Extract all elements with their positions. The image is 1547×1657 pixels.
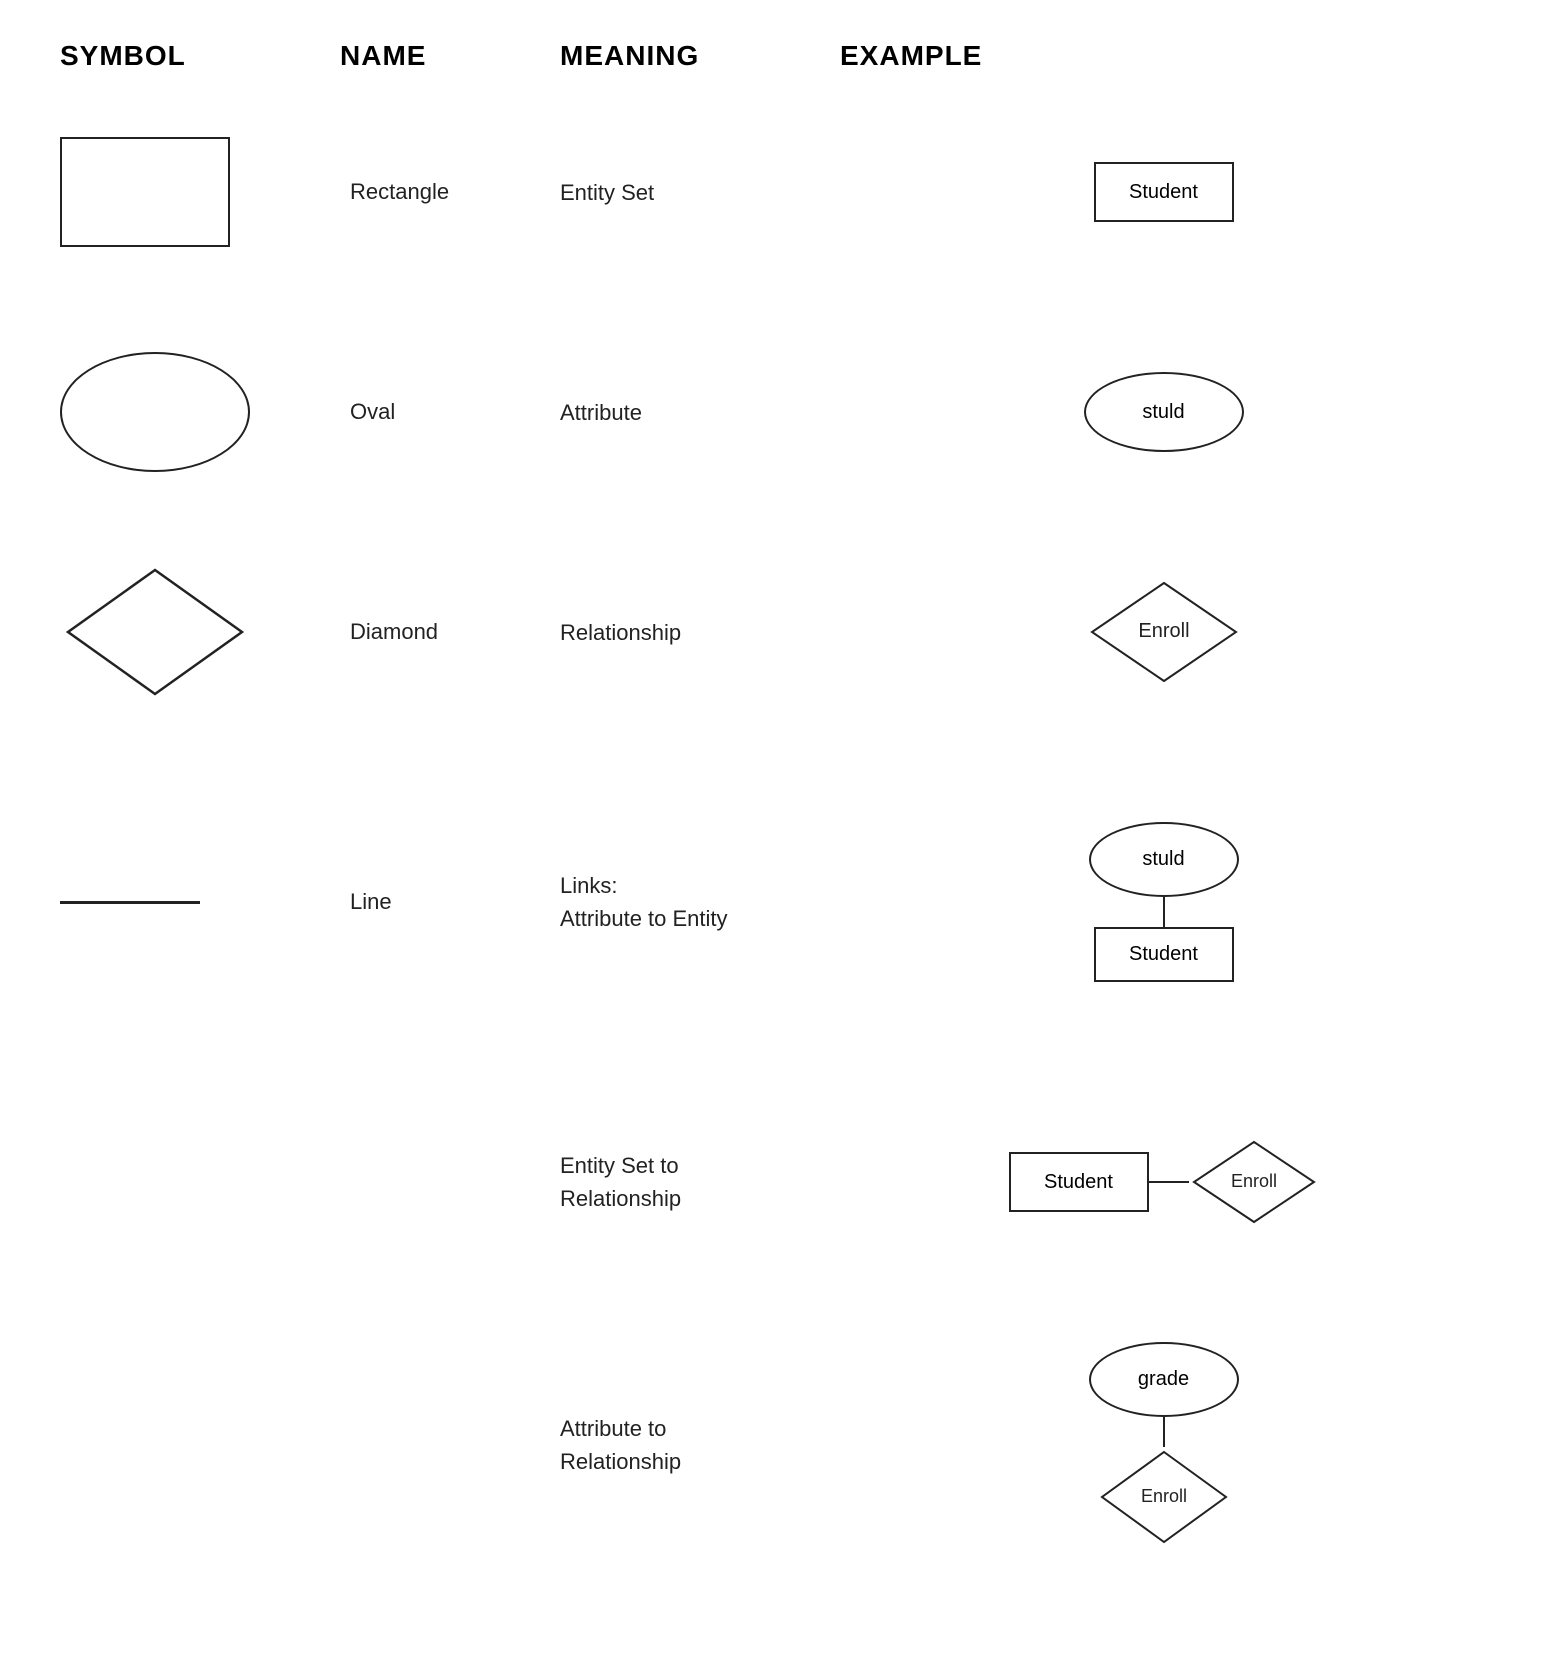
example-line-group: stuld Student (1089, 822, 1239, 982)
example-line: stuld Student (840, 822, 1487, 982)
meaning-line: Links: Attribute to Entity (560, 869, 840, 935)
line-shape (60, 901, 200, 904)
symbol-diamond (60, 562, 340, 702)
example-rectangle-label: Student (1129, 181, 1198, 204)
symbol-line (60, 901, 340, 904)
row-diamond: Diamond Relationship Enroll (60, 552, 1487, 712)
example-attr-rel-oval: grade (1089, 1342, 1239, 1417)
example-entity-rel-rect-label: Student (1044, 1171, 1113, 1194)
header-name: NAME (340, 40, 560, 72)
meaning-attr-rel: Attribute to Relationship (560, 1412, 840, 1478)
row-attr-rel: Attribute to Relationship grade Enroll (60, 1342, 1487, 1547)
example-line-connector (1163, 897, 1165, 927)
oval-shape (60, 352, 250, 472)
meaning-rectangle: Entity Set (560, 176, 840, 209)
header-symbol: SYMBOL (60, 40, 340, 72)
example-attr-rel: grade Enroll (840, 1342, 1487, 1547)
example-oval: stuld (840, 372, 1487, 452)
example-entity-rel-connector (1149, 1181, 1189, 1183)
name-oval: Oval (340, 399, 560, 425)
example-line-oval: stuld (1089, 822, 1239, 897)
row-entity-rel: Entity Set to Relationship Student Enrol… (60, 1092, 1487, 1272)
diamond-shape (60, 562, 250, 702)
example-rectangle-shape: Student (1094, 162, 1234, 222)
example-attr-rel-group: grade Enroll (1089, 1342, 1239, 1547)
row-oval: Oval Attribute stuld (60, 332, 1487, 492)
example-entity-rel-group: Student Enroll (1009, 1137, 1319, 1227)
meaning-entity-rel-line1: Entity Set to (560, 1153, 679, 1178)
example-entity-rel: Student Enroll (840, 1137, 1487, 1227)
meaning-diamond: Relationship (560, 616, 840, 649)
name-diamond: Diamond (340, 619, 560, 645)
header-example: EXAMPLE (840, 40, 1487, 72)
example-attr-rel-oval-label: grade (1138, 1368, 1189, 1391)
example-attr-rel-connector (1163, 1417, 1165, 1447)
table-header: SYMBOL NAME MEANING EXAMPLE (60, 40, 1487, 82)
example-line-rect: Student (1094, 927, 1234, 982)
meaning-attr-rel-line1: Attribute to (560, 1416, 666, 1441)
example-entity-rel-diamond: Enroll (1189, 1137, 1319, 1227)
meaning-entity-rel: Entity Set to Relationship (560, 1149, 840, 1215)
meaning-entity-rel-line2: Relationship (560, 1186, 681, 1211)
example-oval-label: stuld (1142, 401, 1184, 424)
name-line: Line (340, 889, 560, 915)
svg-text:Enroll: Enroll (1230, 1171, 1276, 1191)
example-diamond: Enroll (840, 577, 1487, 687)
symbol-oval (60, 352, 340, 472)
example-oval-shape: stuld (1084, 372, 1244, 452)
example-entity-rel-rect: Student (1009, 1152, 1149, 1212)
bottom-section: Entity Set to Relationship Student Enrol… (60, 1092, 1487, 1547)
row-line: Line Links: Attribute to Entity stuld St… (60, 772, 1487, 1032)
name-rectangle: Rectangle (340, 179, 560, 205)
meaning-oval: Attribute (560, 396, 840, 429)
example-rectangle: Student (840, 162, 1487, 222)
example-attr-rel-diamond: Enroll (1094, 1447, 1234, 1547)
meaning-line2: Attribute to Entity (560, 906, 728, 931)
rectangle-shape (60, 137, 230, 247)
svg-text:Enroll: Enroll (1138, 620, 1189, 642)
meaning-attr-rel-line2: Relationship (560, 1449, 681, 1474)
example-line-oval-label: stuld (1142, 848, 1184, 871)
header-meaning: MEANING (560, 40, 840, 72)
example-diamond-shape: Enroll (1084, 577, 1244, 687)
row-rectangle: Rectangle Entity Set Student (60, 112, 1487, 272)
meaning-line1: Links: (560, 873, 617, 898)
svg-text:Enroll: Enroll (1140, 1486, 1186, 1506)
symbol-rectangle (60, 137, 340, 247)
example-line-rect-label: Student (1129, 943, 1198, 966)
